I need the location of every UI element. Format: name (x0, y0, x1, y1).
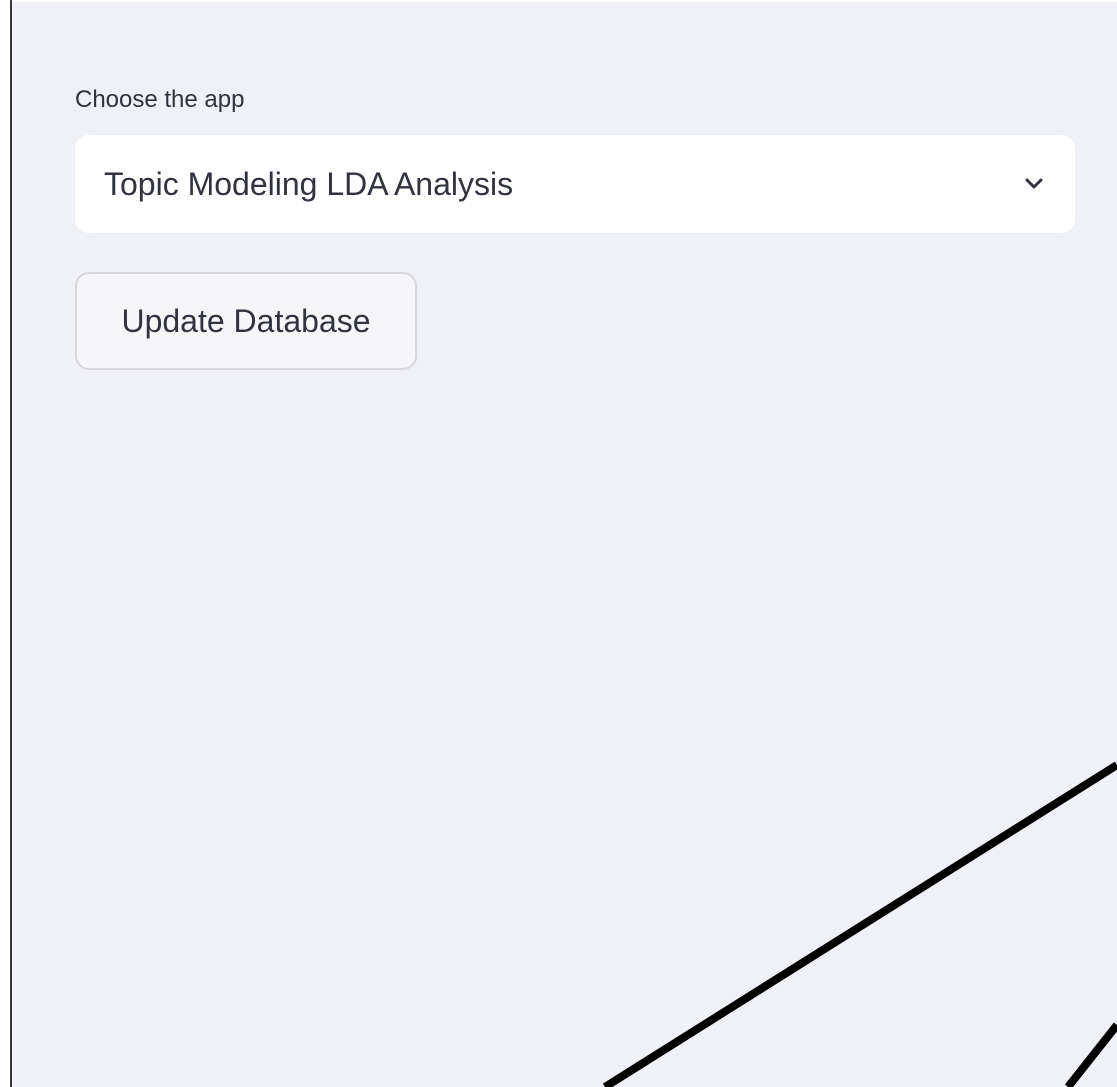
annotation-line-left (602, 761, 1117, 1087)
annotation-line-right (1064, 1022, 1117, 1087)
chevron-down-icon[interactable] (1023, 173, 1045, 195)
window-top-edge (12, 0, 1117, 2)
update-database-button[interactable]: Update Database (75, 272, 417, 370)
selected-app-value: Topic Modeling LDA Analysis (104, 165, 514, 202)
select-label: Choose the app (75, 86, 245, 113)
window-left-border (0, 0, 12, 1087)
app-selectbox[interactable]: Topic Modeling LDA Analysis (75, 135, 1075, 233)
sidebar-content: Choose the app Topic Modeling LDA Analys… (75, 84, 1075, 370)
